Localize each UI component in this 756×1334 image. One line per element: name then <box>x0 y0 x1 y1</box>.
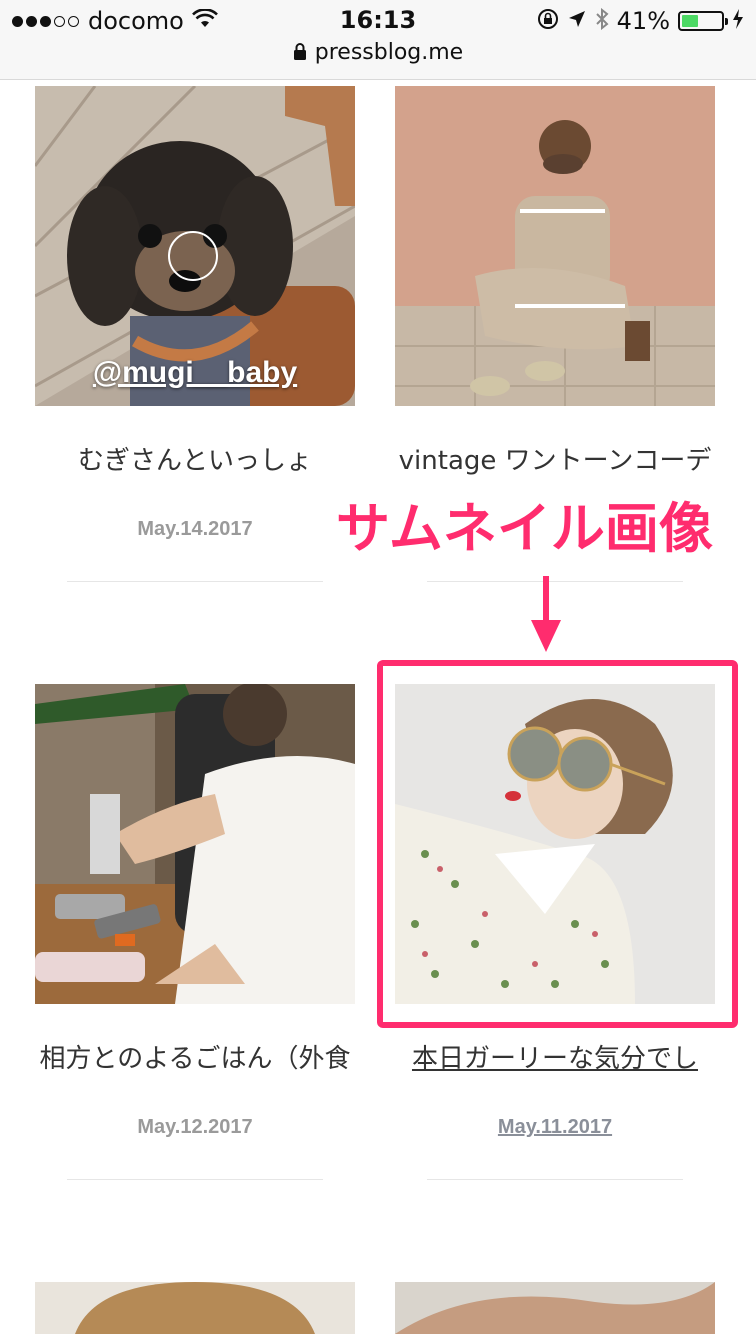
thumbnail-highlight-frame <box>377 660 738 1028</box>
post-title[interactable]: vintage ワントーンコーデ <box>395 440 715 477</box>
down-arrow-icon <box>531 576 561 652</box>
post-thumbnail[interactable] <box>35 684 355 1004</box>
divider <box>67 1179 323 1180</box>
post-thumbnail[interactable]: @mugi__baby <box>35 86 355 406</box>
divider <box>427 1179 683 1180</box>
post-thumbnail[interactable] <box>395 86 715 406</box>
divider <box>67 581 323 582</box>
post-date[interactable]: May.11.2017 <box>395 1116 715 1139</box>
post-date: May.12.2017 <box>137 1116 253 1138</box>
post-thumbnail[interactable] <box>35 1282 355 1334</box>
address-bar[interactable]: pressblog.me <box>0 40 756 65</box>
charging-bolt-icon <box>732 9 744 33</box>
thumbnail-overlay-text: @mugi__baby <box>92 356 298 389</box>
bluetooth-icon <box>595 7 609 34</box>
post-date: May.14.2017 <box>137 518 253 540</box>
annotation-label: サムネイル画像 <box>336 497 713 560</box>
battery-icon <box>678 11 728 31</box>
orientation-lock-icon <box>537 8 559 34</box>
lock-icon <box>293 42 307 64</box>
post-title[interactable]: 相方とのよるごはん（外食 <box>35 1038 355 1075</box>
status-icons: 41% <box>537 6 744 36</box>
post-title[interactable]: むぎさんといっしょ <box>35 440 355 477</box>
url-text[interactable]: pressblog.me <box>315 40 463 65</box>
battery-percent: 41% <box>616 7 670 35</box>
post-thumbnail[interactable] <box>395 1282 715 1334</box>
post-title[interactable]: 本日ガーリーな気分でし <box>395 1038 715 1075</box>
battery-fill <box>682 15 698 27</box>
location-arrow-icon <box>567 9 587 33</box>
post-card[interactable]: 相方とのよるごはん（外食 May.12.2017 <box>35 684 355 1184</box>
post-card[interactable]: @mugi__baby むぎさんといっしょ May.14.2017 <box>35 86 355 586</box>
status-bar: docomo 16:13 41% pressblog.me <box>0 0 756 80</box>
